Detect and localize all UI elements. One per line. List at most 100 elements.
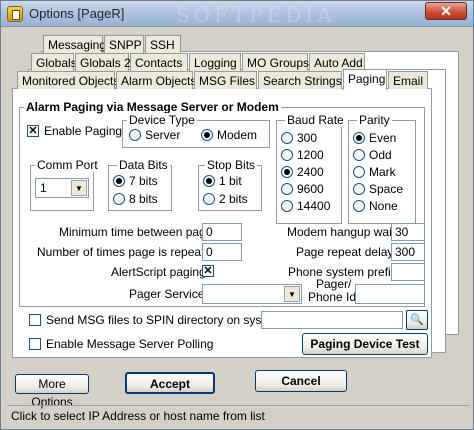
baud-14400-dot[interactable] xyxy=(281,200,293,212)
tab-mo-groups[interactable]: MO Groups xyxy=(242,53,309,71)
spin-system-input[interactable] xyxy=(261,311,403,329)
data-bits-8-radio[interactable]: 8 bits xyxy=(113,192,158,206)
enable-paging-label: Enable Paging xyxy=(44,124,123,138)
pager-phone-input[interactable] xyxy=(355,284,425,304)
baud-9600-label: 9600 xyxy=(297,182,324,196)
baud-9600-radio[interactable]: 9600 xyxy=(281,182,324,196)
tab-email[interactable]: Email xyxy=(388,71,428,89)
stop-bits-1-label: 1 bit xyxy=(219,174,242,188)
send-msg-label: Send MSG files to SPIN directory on syst… xyxy=(46,313,285,327)
more-options-button[interactable]: More Options xyxy=(15,374,89,409)
comm-port-value: 1 xyxy=(40,181,47,195)
chevron-down-icon[interactable]: ▼ xyxy=(284,286,300,302)
baud-2400-radio[interactable]: 2400 xyxy=(281,165,324,179)
browse-hosts-button[interactable]: 🔍 xyxy=(406,310,428,330)
parity-none-radio[interactable]: None xyxy=(353,199,398,213)
comm-port-select[interactable]: 1 ▼ xyxy=(35,178,89,198)
times-repeated-input[interactable]: 0 xyxy=(202,243,242,261)
parity-group: Parity Even Odd Mark Space None xyxy=(348,113,416,224)
baud-14400-label: 14400 xyxy=(297,199,331,213)
pager-service-select[interactable]: ▼ xyxy=(202,284,302,304)
parity-mark-label: Mark xyxy=(369,165,396,179)
enable-paging-checkbox[interactable]: ✕ Enable Paging xyxy=(27,124,122,138)
enable-paging-box[interactable]: ✕ xyxy=(27,125,39,137)
close-button[interactable]: ✕ xyxy=(425,2,467,20)
parity-even-radio[interactable]: Even xyxy=(353,131,396,145)
send-msg-box[interactable] xyxy=(29,314,41,326)
alertscript-checkbox[interactable]: ✕ xyxy=(202,265,214,277)
repeat-delay-label: Page repeat delay xyxy=(296,245,394,259)
comm-port-title: Comm Port xyxy=(35,158,100,172)
stop-bits-1-radio[interactable]: 1 bit xyxy=(203,174,242,188)
alarm-paging-title: Alarm Paging via Message Server or Modem xyxy=(24,100,281,114)
tab-globals[interactable]: Globals xyxy=(31,53,77,71)
tab-search-strings[interactable]: Search Strings xyxy=(258,71,342,89)
parity-odd-dot[interactable] xyxy=(353,149,365,161)
parity-odd-radio[interactable]: Odd xyxy=(353,148,392,162)
baud-300-label: 300 xyxy=(297,131,318,145)
parity-mark-radio[interactable]: Mark xyxy=(353,165,396,179)
baud-1200-label: 1200 xyxy=(297,148,324,162)
device-type-server-radio[interactable]: Server xyxy=(129,128,180,142)
tab-contacts[interactable]: Contacts xyxy=(130,53,188,71)
parity-space-radio[interactable]: Space xyxy=(353,182,403,196)
baud-1200-dot[interactable] xyxy=(281,149,293,161)
baud-300-radio[interactable]: 300 xyxy=(281,131,317,145)
tab-alarm-objects[interactable]: Alarm Objects xyxy=(116,71,196,89)
baud-300-dot[interactable] xyxy=(281,132,293,144)
paging-device-test-button[interactable]: Paging Device Test xyxy=(302,333,428,355)
parity-mark-dot[interactable] xyxy=(353,166,365,178)
stop-bits-1-dot[interactable] xyxy=(203,175,215,187)
baud-14400-radio[interactable]: 14400 xyxy=(281,199,330,213)
tab-globals-2[interactable]: Globals 2 xyxy=(75,53,131,71)
tab-monitored-objects[interactable]: Monitored Objects xyxy=(17,71,119,89)
device-type-group: Device Type Server Modem xyxy=(122,113,270,148)
close-icon: ✕ xyxy=(440,3,452,19)
pager-phone-label-2: Phone Id xyxy=(308,290,357,304)
send-msg-checkbox[interactable]: Send MSG files to SPIN directory on syst… xyxy=(29,313,285,327)
parity-space-dot[interactable] xyxy=(353,183,365,195)
server-polling-box[interactable] xyxy=(29,338,41,350)
data-bits-8-dot[interactable] xyxy=(113,193,125,205)
tab-ssh[interactable]: SSH xyxy=(145,35,181,53)
tab-snpp[interactable]: SNPP xyxy=(104,35,144,53)
options-window: Options [PageR] SOFTPEDIA ✕ Messaging SN… xyxy=(0,0,474,430)
parity-title: Parity xyxy=(357,113,392,127)
stop-bits-title: Stop Bits xyxy=(205,158,258,172)
tab-messaging[interactable]: Messaging xyxy=(43,35,106,53)
server-radio-dot[interactable] xyxy=(129,129,141,141)
baud-2400-label: 2400 xyxy=(297,165,324,179)
device-type-modem-radio[interactable]: Modem xyxy=(201,128,257,142)
parity-even-label: Even xyxy=(369,131,397,145)
parity-even-dot[interactable] xyxy=(353,132,365,144)
data-bits-group: Data Bits 7 bits 8 bits xyxy=(108,158,172,211)
tab-msg-files[interactable]: MSG Files xyxy=(194,71,257,89)
min-time-input[interactable]: 0 xyxy=(202,223,242,241)
tab-logging[interactable]: Logging xyxy=(189,53,241,71)
stop-bits-2-radio[interactable]: 2 bits xyxy=(203,192,248,206)
window-title: Options [PageR] xyxy=(29,6,125,21)
cancel-button[interactable]: Cancel xyxy=(255,370,347,392)
accept-button[interactable]: Accept xyxy=(125,372,215,394)
repeat-delay-input[interactable]: 300 xyxy=(391,243,425,261)
modem-label: Modem xyxy=(217,128,258,142)
server-polling-checkbox[interactable]: Enable Message Server Polling xyxy=(29,337,213,351)
chevron-down-icon[interactable]: ▼ xyxy=(71,180,87,196)
baud-9600-dot[interactable] xyxy=(281,183,293,195)
baud-1200-radio[interactable]: 1200 xyxy=(281,148,324,162)
modem-radio-dot[interactable] xyxy=(201,129,213,141)
phone-prefix-input[interactable] xyxy=(391,263,425,281)
alarm-paging-group: Alarm Paging via Message Server or Modem… xyxy=(19,100,425,307)
title-bar: Options [PageR] SOFTPEDIA ✕ xyxy=(1,1,473,27)
stop-bits-2-label: 2 bits xyxy=(219,192,248,206)
hangup-wait-input[interactable]: 30 xyxy=(391,223,425,241)
stop-bits-2-dot[interactable] xyxy=(203,193,215,205)
device-type-title: Device Type xyxy=(127,113,197,127)
data-bits-7-radio[interactable]: 7 bits xyxy=(113,174,158,188)
alertscript-label: AlertScript paging xyxy=(111,265,206,279)
data-bits-7-dot[interactable] xyxy=(113,175,125,187)
tab-paging[interactable]: Paging xyxy=(343,69,387,90)
status-bar: Click to select IP Address or host name … xyxy=(7,405,469,425)
parity-none-dot[interactable] xyxy=(353,200,365,212)
baud-2400-dot[interactable] xyxy=(281,166,293,178)
